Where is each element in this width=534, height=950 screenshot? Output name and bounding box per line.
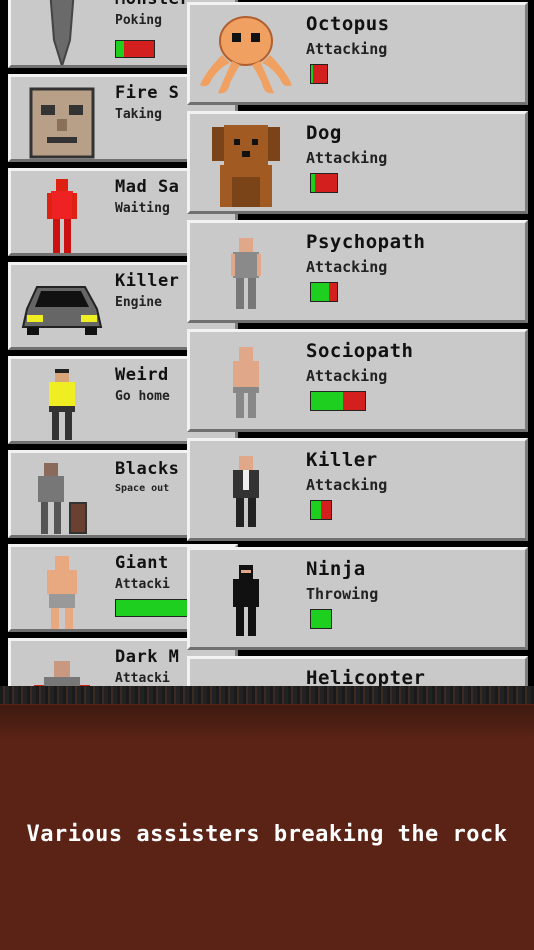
- health-fill-red: [312, 65, 327, 83]
- health-fill-green: [311, 283, 330, 301]
- assister-card-psychopath[interactable]: Psychopath Attacking: [187, 220, 528, 323]
- health-bar: [310, 64, 328, 84]
- assister-card-dog[interactable]: Dog Attacking: [187, 111, 528, 214]
- health-bar: [310, 500, 332, 520]
- assister-status: Attacking: [306, 367, 388, 385]
- assister-name: Monster: [115, 0, 190, 9]
- monster-portrait: [17, 0, 107, 65]
- assister-status: Attacki: [115, 577, 170, 592]
- assister-name: Ninja: [306, 558, 366, 580]
- assister-name: Psychopath: [306, 231, 426, 253]
- assister-name: Dog: [306, 122, 342, 144]
- assister-name: Fire S: [115, 83, 180, 103]
- dog-portrait: [198, 119, 294, 211]
- blacksmith-portrait: [17, 459, 107, 535]
- assister-name: Weird: [115, 365, 169, 385]
- assister-status: Poking: [115, 13, 162, 28]
- assister-card-octopus[interactable]: Octopus Attacking: [187, 2, 528, 105]
- sociopath-portrait: [198, 337, 294, 429]
- assister-name: Killer: [306, 449, 378, 471]
- assister-name: Octopus: [306, 13, 390, 35]
- assister-status: Attacking: [306, 258, 388, 276]
- health-fill-red: [314, 174, 337, 192]
- right-assister-list: Octopus Attacking Dog Attacking Psychopa…: [187, 2, 528, 765]
- assister-name: Dark M: [115, 647, 180, 667]
- stone-face-portrait: [17, 83, 107, 159]
- health-fill-red: [329, 283, 337, 301]
- assister-card-killer[interactable]: Killer Attacking: [187, 438, 528, 541]
- ground-shadow: [0, 705, 534, 739]
- giant-portrait: [17, 553, 107, 629]
- game-scene: Monster Poking Fire S Taking Mad Sa Wait…: [0, 0, 534, 950]
- assister-status: Go home: [115, 389, 170, 404]
- health-bar: [310, 173, 338, 193]
- assister-status: Waiting: [115, 201, 170, 216]
- assister-status: Attacki: [115, 671, 170, 686]
- health-fill-green: [311, 610, 331, 628]
- assister-card-sociopath[interactable]: Sociopath Attacking: [187, 329, 528, 432]
- yellow-shirt-man-portrait: [17, 365, 107, 441]
- health-bar: [310, 609, 332, 629]
- assister-name: Mad Sa: [115, 177, 180, 197]
- psychopath-portrait: [198, 228, 294, 320]
- killer-portrait: [198, 446, 294, 538]
- health-bar: [310, 282, 338, 302]
- red-man-portrait: [17, 177, 107, 253]
- health-bar: [310, 391, 366, 411]
- health-bar: [115, 40, 155, 58]
- health-bar: [115, 599, 195, 617]
- assister-status: Attacking: [306, 40, 388, 58]
- assister-card-ninja[interactable]: Ninja Throwing: [187, 547, 528, 650]
- octopus-portrait: [198, 10, 294, 102]
- health-fill-green: [311, 501, 321, 519]
- health-fill-red: [343, 392, 365, 410]
- assister-status: Taking: [115, 107, 162, 122]
- assister-status: Attacking: [306, 149, 388, 167]
- assister-status: Attacking: [306, 476, 388, 494]
- ninja-portrait: [198, 555, 294, 647]
- assister-status: Engine: [115, 295, 162, 310]
- assister-name: Sociopath: [306, 340, 414, 362]
- assister-status: Space out: [115, 483, 170, 494]
- assister-name: Killer: [115, 271, 180, 291]
- ground-grass-edge: [0, 686, 534, 704]
- health-fill-red: [321, 501, 331, 519]
- health-fill-green: [311, 392, 344, 410]
- assister-name: Blacks: [115, 459, 180, 479]
- car-portrait: [17, 271, 107, 347]
- assister-name: Giant: [115, 553, 169, 573]
- caption-text: Various assisters breaking the rock: [26, 822, 508, 847]
- assister-status: Throwing: [306, 585, 379, 603]
